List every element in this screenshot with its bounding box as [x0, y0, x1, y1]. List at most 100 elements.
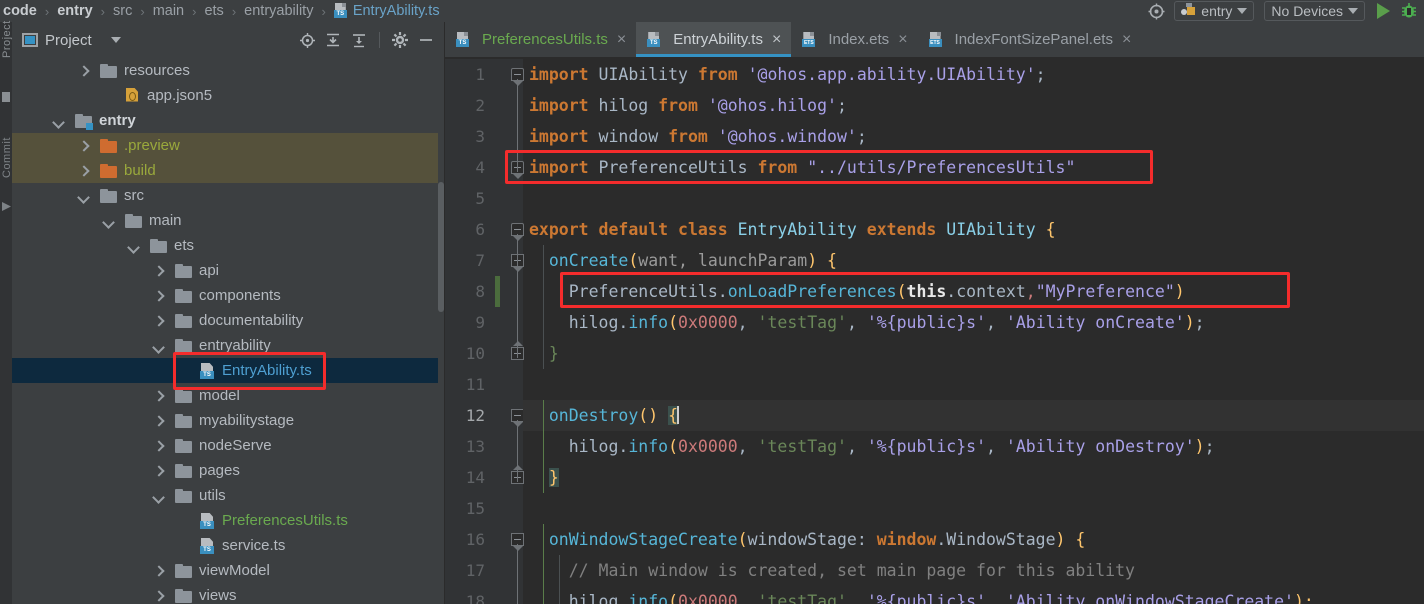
chevron-down-icon[interactable]	[101, 214, 115, 228]
project-title-group[interactable]: Project	[22, 32, 121, 49]
tree-item-ets[interactable]: ets	[12, 233, 438, 258]
code-line[interactable]: hilog.info(0x0000, 'testTag', '%{public}…	[523, 586, 1424, 604]
chevron-right-icon[interactable]	[151, 389, 165, 403]
tree-item-build[interactable]: build	[12, 158, 438, 183]
editor-tab-entryability-ts[interactable]: TS EntryAbility.ts ×	[636, 22, 792, 57]
tree-item-label: nodeServe	[199, 437, 272, 454]
run-configuration-select[interactable]: entry	[1174, 1, 1255, 21]
editor-tab-indexfontsizepanel-ets[interactable]: ETS IndexFontSizePanel.ets ×	[918, 22, 1142, 57]
editor-tab-preferencesutils-ts[interactable]: TS PreferencesUtils.ts ×	[445, 22, 636, 57]
breadcrumb-item-entry[interactable]: entry	[56, 3, 93, 19]
collapse-all-icon[interactable]	[347, 28, 371, 52]
tree-item-model[interactable]: model	[12, 383, 438, 408]
folder-icon	[100, 63, 117, 78]
chevron-right-icon[interactable]	[151, 289, 165, 303]
code-line[interactable]	[523, 183, 1424, 214]
chevron-right-icon[interactable]	[76, 164, 90, 178]
code-line-text: PreferenceUtils.onLoadPreferences(this.c…	[568, 282, 1185, 301]
chevron-down-icon[interactable]	[151, 339, 165, 353]
tree-scrollbar[interactable]	[438, 182, 444, 312]
vcs-change-marker[interactable]	[495, 276, 500, 307]
breadcrumb-item-ets[interactable]: ets	[203, 3, 224, 19]
code-line[interactable]: import hilog from '@ohos.hilog';	[523, 90, 1424, 121]
close-icon[interactable]: ×	[898, 31, 907, 48]
chevron-right-icon[interactable]	[151, 464, 165, 478]
tree-item-viewmodel[interactable]: viewModel	[12, 558, 438, 583]
hide-panel-icon[interactable]	[414, 28, 438, 52]
tree-item-api[interactable]: api	[12, 258, 438, 283]
gear-icon[interactable]	[388, 28, 412, 52]
tree-item-nodeserve[interactable]: nodeServe	[12, 433, 438, 458]
tree-item-entryability-ts[interactable]: TS EntryAbility.ts	[12, 358, 438, 383]
code-line[interactable]: export default class EntryAbility extend…	[523, 214, 1424, 245]
tree-item-resources[interactable]: resources	[12, 58, 438, 83]
breadcrumb-item-entryability[interactable]: entryability	[243, 3, 314, 19]
code-line[interactable]: PreferenceUtils.onLoadPreferences(this.c…	[523, 276, 1424, 307]
editor-tab-strip: TS PreferencesUtils.ts × TS EntryAbility.ts ×…	[445, 22, 1424, 58]
tree-item-pages[interactable]: pages	[12, 458, 438, 483]
breadcrumb-item-main[interactable]: main	[152, 3, 185, 19]
code-line[interactable]: // Main window is created, set main page…	[523, 555, 1424, 586]
code-line[interactable]: }	[523, 338, 1424, 369]
code-line[interactable]	[523, 493, 1424, 524]
chevron-down-icon[interactable]	[126, 239, 140, 253]
code-line[interactable]: hilog.info(0x0000, 'testTag', '%{public}…	[523, 431, 1424, 462]
tree-item-src[interactable]: src	[12, 183, 438, 208]
debug-icon[interactable]	[1396, 1, 1422, 21]
code-line[interactable]: import UIAbility from '@ohos.app.ability…	[523, 59, 1424, 90]
chevron-right-icon[interactable]	[151, 439, 165, 453]
tree-item-entryability[interactable]: entryability	[12, 333, 438, 358]
breadcrumb-item-src[interactable]: src	[112, 3, 133, 19]
tree-item-myabilitystage[interactable]: myabilitystage	[12, 408, 438, 433]
tree-item-label: documentability	[199, 312, 304, 329]
tree-item-utils[interactable]: utils	[12, 483, 438, 508]
tree-item-preferencesutils-ts[interactable]: TS PreferencesUtils.ts	[12, 508, 438, 533]
expand-all-icon[interactable]	[321, 28, 345, 52]
tree-item-components[interactable]: components	[12, 283, 438, 308]
code-line[interactable]: import PreferenceUtils from "../utils/Pr…	[523, 152, 1424, 183]
close-icon[interactable]: ×	[617, 31, 626, 48]
tree-item-entry[interactable]: entry	[12, 108, 438, 133]
breadcrumb-item-code[interactable]: code	[2, 3, 38, 19]
chevron-down-icon[interactable]	[110, 37, 121, 43]
chevron-right-icon[interactable]	[151, 564, 165, 578]
close-icon[interactable]: ×	[772, 31, 781, 48]
editor-gutter[interactable]: 1 2 3 4 5 6 7 8 9 10 11 12 13 14 15 16 17 18	[445, 59, 524, 604]
tree-item-app-json5[interactable]: app.json5	[12, 83, 438, 108]
chevron-right-icon[interactable]	[151, 589, 165, 603]
device-select[interactable]: No Devices	[1264, 1, 1365, 21]
tree-item-label: resources	[124, 62, 190, 79]
run-icon[interactable]	[1370, 1, 1396, 21]
tree-item-main[interactable]: main	[12, 208, 438, 233]
strip-arrow-icon[interactable]	[2, 202, 11, 211]
chevron-right-icon[interactable]	[151, 414, 165, 428]
editor-tab-index-ets[interactable]: ETS Index.ets ×	[791, 22, 917, 57]
locate-icon[interactable]	[295, 28, 319, 52]
code-viewport[interactable]: 1 2 3 4 5 6 7 8 9 10 11 12 13 14 15 16 17 18 import UIAbi…	[445, 59, 1424, 604]
code-line[interactable]: onCreate(want, launchParam) {	[523, 245, 1424, 276]
chevron-right-icon[interactable]	[151, 264, 165, 278]
code-line[interactable]: onDestroy() {	[523, 400, 1424, 431]
tree-item-views[interactable]: views	[12, 583, 438, 604]
chevron-right-icon[interactable]	[151, 314, 165, 328]
chevron-down-icon[interactable]	[76, 189, 90, 203]
code-line[interactable]: import window from '@ohos.window';	[523, 121, 1424, 152]
tree-item-documentability[interactable]: documentability	[12, 308, 438, 333]
code-line[interactable]: hilog.info(0x0000, 'testTag', '%{public}…	[523, 307, 1424, 338]
close-icon[interactable]: ×	[1122, 31, 1131, 48]
chevron-down-icon[interactable]	[151, 489, 165, 503]
chevron-right-icon[interactable]	[76, 139, 90, 153]
code-text-area[interactable]: import UIAbility from '@ohos.app.ability…	[523, 59, 1424, 604]
tree-item-service-ts[interactable]: TS service.ts	[12, 533, 438, 558]
target-icon[interactable]	[1143, 1, 1169, 21]
code-line[interactable]	[523, 369, 1424, 400]
chevron-down-icon[interactable]	[51, 114, 65, 128]
tree-item--preview[interactable]: .preview	[12, 133, 438, 158]
indent-guide	[543, 400, 544, 493]
code-line[interactable]: }	[523, 462, 1424, 493]
breadcrumb-item-entryability-ts[interactable]: TS EntryAbility.ts	[333, 3, 441, 19]
fold-marker-tip	[513, 81, 523, 86]
chevron-right-icon[interactable]	[76, 64, 90, 78]
project-file-tree[interactable]: resources app.json5 entry .preview build src m…	[12, 58, 438, 604]
code-line[interactable]: onWindowStageCreate(windowStage: window.…	[523, 524, 1424, 555]
